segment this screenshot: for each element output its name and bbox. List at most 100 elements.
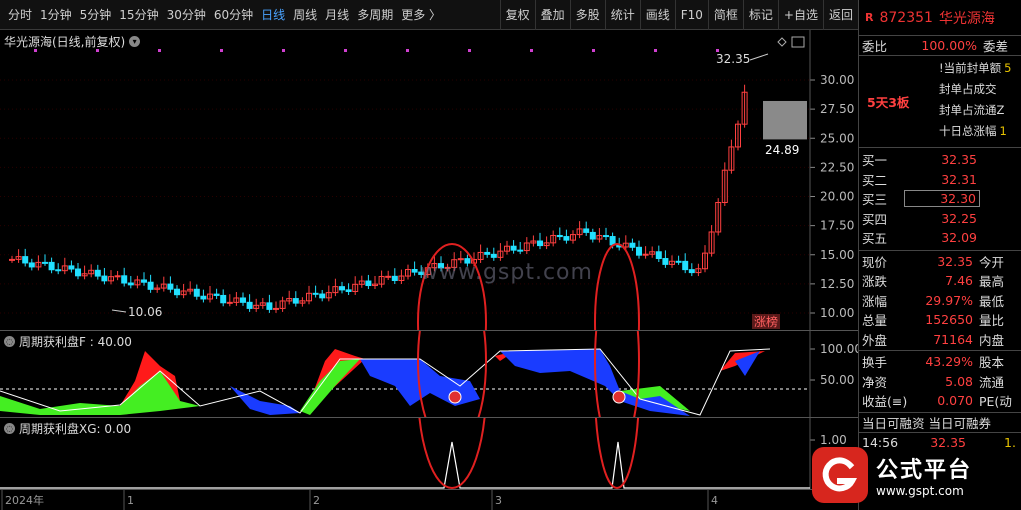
seal-line-value [1004, 103, 1007, 117]
logo-cn: 公式平台 [876, 458, 973, 483]
stat-value: 7.46 [945, 273, 973, 289]
candle-body [22, 256, 29, 264]
candle-body [68, 265, 75, 270]
toolbar-button[interactable]: 返回 [822, 0, 858, 30]
candle-body [101, 275, 108, 282]
candle-body [484, 251, 491, 255]
toolbar-button[interactable]: 标记 [742, 0, 778, 30]
bid-price: 32.30 [904, 190, 980, 208]
bid-row[interactable]: 买二 32.31 [859, 170, 1021, 190]
toolbar-button[interactable]: 叠加 [534, 0, 570, 30]
stat-row: 涨幅 29.97% 最低 [859, 291, 1021, 311]
stat-value: 43.29% [925, 354, 973, 370]
candle-body [642, 253, 649, 256]
kline-chart[interactable]: 30.00 27.50 25.00 22.50 20.00 17.50 15.00 12.50… [0, 30, 858, 401]
candle-body [688, 269, 695, 274]
logo-g-svg [822, 457, 858, 492]
candle-body [490, 253, 497, 258]
indicator-panel-2[interactable]: 1.00 ◌ 周期获利盘XG: 0.00 [0, 287, 858, 490]
stock-code[interactable]: 872351 [879, 10, 932, 26]
chart-title-text: 华光源海(日线,前复权) [4, 35, 126, 49]
indicator2-title-text: 周期获利盘XG: 0.00 [19, 422, 132, 436]
toolbar-button[interactable]: 复权 [499, 0, 535, 30]
candle-body [675, 260, 682, 263]
stat-row: 净资 5.08 流通 [859, 372, 1021, 392]
bid-row[interactable]: 买四 32.25 [859, 209, 1021, 229]
stock-name[interactable]: 华光源海 [939, 8, 995, 28]
indicator-panel-1[interactable]: 100.00 50.00 ◌ 周期获利盘F : 40.00 [0, 270, 862, 452]
period-tabs: 分时 1分钟 5分钟 15分钟 30分钟 60分钟 日线 周线 月线 多周期 更多 〉 [0, 0, 445, 29]
period-tab[interactable]: 分时 [4, 0, 36, 30]
seal-line: 封单占流通Z [939, 102, 1007, 118]
candle-body [75, 268, 81, 277]
candle-body [121, 275, 128, 284]
candle-body [583, 228, 590, 233]
settings-icon[interactable]: ◌ [4, 336, 15, 347]
period-tab[interactable]: 15分钟 [115, 0, 162, 30]
stat-label2: 流通 [979, 374, 1005, 390]
period-tab[interactable]: 月线 [321, 0, 353, 30]
toolbar-button[interactable]: 简框 [707, 0, 743, 30]
period-tab[interactable]: 30分钟 [163, 0, 210, 30]
bid-row[interactable]: 买一 32.35 [859, 150, 1021, 170]
y-tick-label: 22.50 [820, 160, 854, 174]
candle-body [266, 302, 273, 310]
toolbar-button[interactable]: +自选 [777, 0, 823, 30]
candle-body [246, 301, 253, 309]
stat-label2: 今开 [979, 254, 1005, 270]
seal-line-label: !当前封单额 [939, 61, 1002, 75]
tag-label: 涨榜 [754, 314, 778, 329]
stat-label: 净资 [862, 374, 888, 390]
period-tab[interactable]: 1分钟 [36, 0, 76, 30]
period-tab[interactable]: 日线 [257, 0, 289, 30]
toolbar-button[interactable]: 画线 [639, 0, 675, 30]
signal-ball [612, 390, 626, 404]
kline-svg: 30.00 27.50 25.00 22.50 20.00 17.50 15.00 12.50… [0, 30, 854, 401]
stat-label2: 量比 [979, 313, 1005, 329]
weibi-label: 委比 [862, 39, 888, 54]
settings-icon[interactable]: ◌ [4, 423, 15, 434]
tool-buttons: 复权 叠加 多股 统计 画线 F10 简框 标记 +自选 返回 [499, 0, 858, 30]
period-tab[interactable]: 多周期 [353, 0, 397, 30]
candle-body [127, 282, 134, 286]
window-icon [791, 36, 805, 48]
x-axis: 2024年 1 2 3 4 [0, 489, 858, 510]
signal-dot [592, 49, 595, 52]
period-tab[interactable]: 60分钟 [210, 0, 257, 30]
seal-line-value [997, 82, 1000, 96]
stat-row: 换手 43.29% 股本 [859, 352, 1021, 372]
signal-dot [406, 49, 409, 52]
stat-value: 152650 [925, 312, 973, 328]
chevron-down-icon[interactable]: ▾ [129, 36, 141, 47]
period-tab[interactable]: 周线 [289, 0, 321, 30]
period-tab[interactable]: 更多 〉 [397, 0, 445, 30]
price-marker-label: 24.89 [765, 143, 799, 157]
stat-row: 收益(≡) 0.070 PE(动 [859, 391, 1021, 411]
x-tick-label: 4 [711, 494, 718, 507]
y-tick-label: 20.00 [820, 190, 854, 204]
signal-line [0, 441, 810, 489]
x-axis-svg: 2024年 1 2 3 4 [1, 490, 718, 510]
margin-security-label: 当日可融券 [928, 415, 992, 431]
highlight-ellipse [417, 287, 487, 489]
bid-label: 买三 [862, 192, 888, 208]
seal-line: 封单占成交 [939, 81, 1000, 97]
seal-line: 十日总涨幅 1 [939, 123, 1007, 139]
candle-body [147, 281, 154, 290]
candle-body [636, 246, 642, 256]
candle-body [537, 240, 543, 247]
y-tick-label: 100.00 [820, 342, 858, 356]
toolbar-button[interactable]: F10 [674, 0, 708, 30]
gap-block [763, 100, 807, 140]
stats-list: 现价 32.35 今开 涨跌 7.46 最高 涨幅 29.97% 最低 总量 152650 量比 外盘 7… [859, 251, 1021, 351]
area-blue [360, 359, 480, 406]
stat-value: 29.97% [925, 292, 973, 308]
candle-body [273, 307, 279, 310]
period-tab[interactable]: 5分钟 [76, 0, 116, 30]
toolbar-button[interactable]: 统计 [604, 0, 640, 30]
bid-row[interactable]: 买三 32.30 [859, 189, 1021, 209]
indicator2-title: ◌ 周期获利盘XG: 0.00 [4, 420, 131, 437]
low-price-label: 10.06 [128, 305, 162, 319]
toolbar-button[interactable]: 多股 [569, 0, 605, 30]
bid-row[interactable]: 买五 32.09 [859, 228, 1021, 248]
